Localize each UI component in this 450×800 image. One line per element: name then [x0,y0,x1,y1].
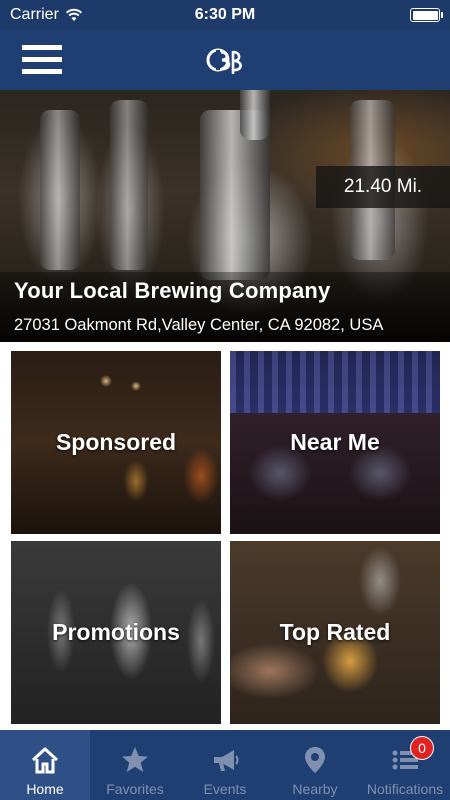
brewery-logo-icon[interactable] [205,40,245,80]
status-left: Carrier [10,6,83,24]
tab-label-notifications: Notifications [366,781,444,797]
tile-label-promotions: Promotions [52,619,180,645]
hamburger-menu-icon[interactable] [22,45,62,75]
wifi-icon [65,8,82,21]
tab-label-nearby: Nearby [292,781,338,797]
notification-count-badge: 0 [410,736,434,760]
tab-label-favorites: Favorites [106,781,164,797]
tile-label-sponsored: Sponsored [55,429,177,455]
tab-favorites[interactable]: Favorites [90,730,180,800]
tab-events[interactable]: Events [180,730,270,800]
tab-home[interactable]: Home [0,730,90,800]
tile-label-top-rated: Top Rated [279,619,391,645]
status-bar: Carrier 6:30 PM [0,0,450,30]
star-icon [122,747,148,772]
brewery-name: Your Local Brewing Company [14,278,331,303]
tab-notifications[interactable]: Notifications 0 [360,730,450,800]
battery-level [412,10,438,20]
brewery-address: 27031 Oakmont Rd,Valley Center, CA 92082… [14,316,384,334]
home-icon [31,747,59,774]
near-me-tile[interactable]: Near Me [230,351,440,534]
distance-badge: 21.40 Mi. [316,166,450,208]
tab-label-events: Events [203,781,247,797]
tab-nearby[interactable]: Nearby [270,730,360,800]
map-pin-icon [305,747,325,773]
tab-label-home: Home [26,781,64,797]
tile-label-near-me: Near Me [290,429,380,455]
nav-bar [0,30,450,90]
sponsored-tile[interactable]: Sponsored [11,351,221,534]
featured-brewery-card[interactable]: 21.40 Mi. Your Local Brewing Company 270… [0,90,450,342]
battery-icon [410,8,443,22]
megaphone-icon [214,750,239,771]
carrier-label: Carrier [10,6,59,23]
top-rated-tile[interactable]: Top Rated [230,541,440,724]
tab-bar: Home Favorites Events Nearby Notificatio… [0,730,450,800]
promotions-tile[interactable]: Promotions [11,541,221,724]
